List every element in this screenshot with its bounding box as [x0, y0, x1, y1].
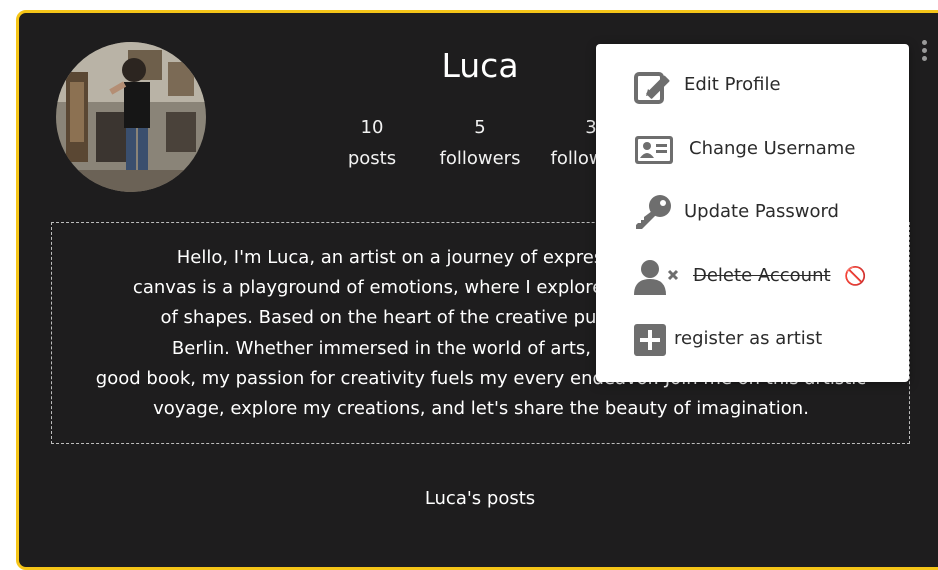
id-card-icon — [634, 130, 674, 170]
menu-item-change-username[interactable]: Change Username — [596, 120, 909, 178]
menu-item-edit-profile[interactable]: Edit Profile — [596, 56, 909, 114]
menu-item-label: Update Password — [684, 201, 839, 222]
stat-followers-value: 5 — [474, 117, 486, 138]
menu-item-label: Change Username — [689, 138, 856, 159]
menu-item-register-artist[interactable]: register as artist — [596, 310, 909, 368]
stat-posts[interactable]: 10 posts — [332, 112, 412, 174]
disabled-icon: 🚫 — [844, 266, 867, 287]
stat-followers-label: followers — [439, 148, 521, 169]
stat-posts-label: posts — [347, 148, 397, 169]
menu-item-update-password[interactable]: Update Password — [596, 183, 909, 241]
menu-item-label: Edit Profile — [684, 74, 781, 95]
posts-heading: Luca's posts — [424, 488, 536, 509]
profile-options-menu: Edit Profile Change Username Update Pass… — [596, 44, 909, 382]
profile-name: Luca — [441, 46, 519, 85]
menu-item-delete-account[interactable]: Delete Account 🚫 — [596, 247, 909, 305]
stat-posts-value: 10 — [360, 117, 384, 138]
user-remove-icon — [634, 257, 679, 297]
menu-item-label: register as artist — [674, 328, 823, 349]
edit-icon — [634, 66, 674, 106]
key-icon — [634, 193, 674, 233]
menu-item-label: Delete Account — [693, 265, 831, 286]
stat-followers[interactable]: 5 followers — [430, 112, 530, 174]
plus-square-icon — [634, 320, 674, 360]
avatar[interactable] — [56, 42, 206, 192]
more-options-icon[interactable] — [918, 40, 930, 66]
